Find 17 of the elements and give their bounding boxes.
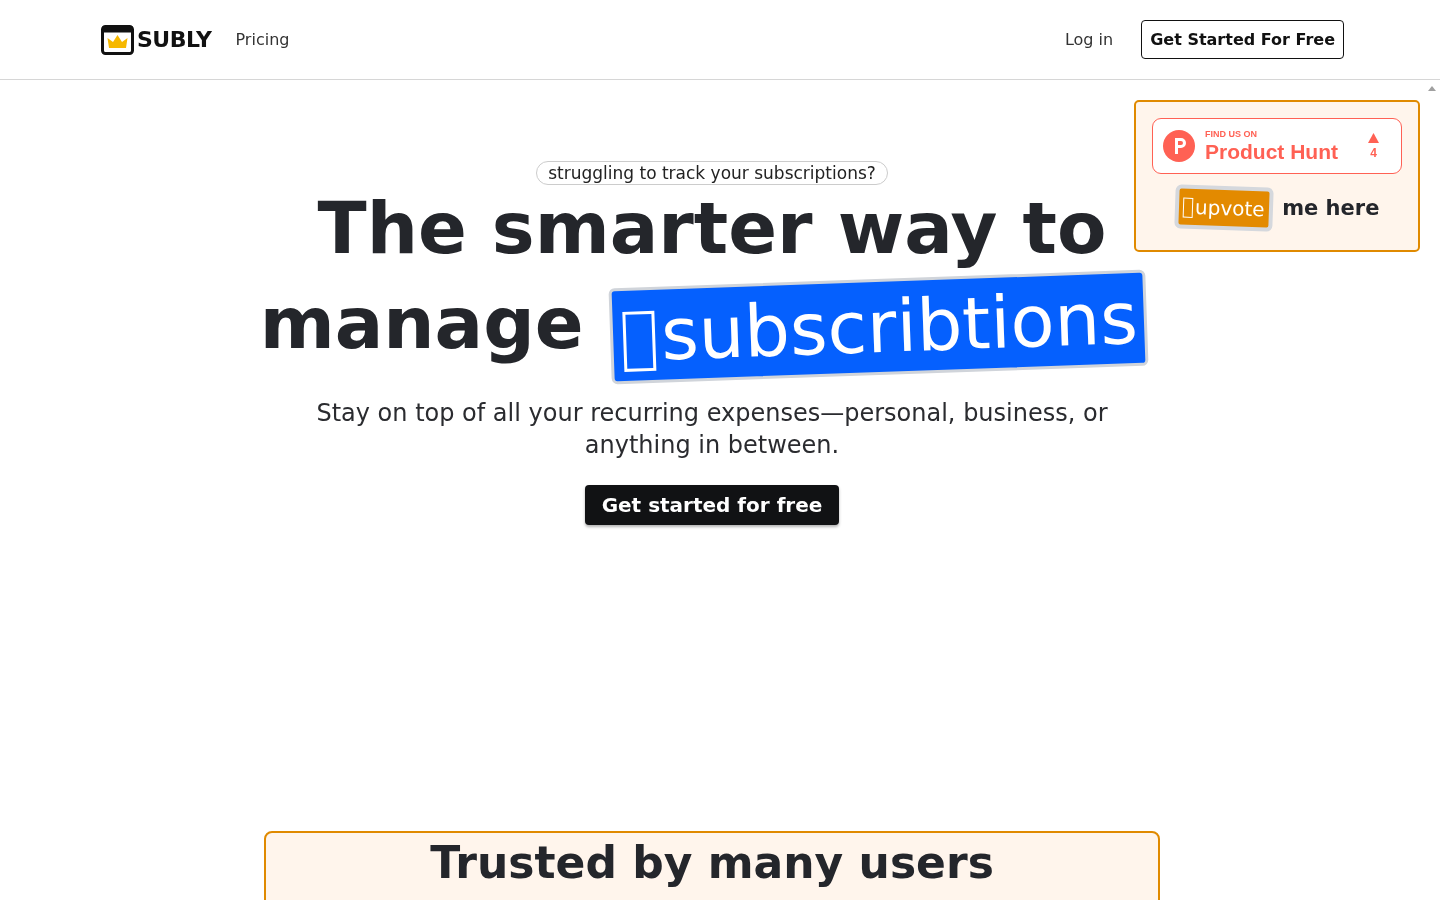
nav-link[interactable]: Pricing [235,30,290,49]
subtitle-text: Stay on top of all your recurring expenses—personal, business, or anything in between. [315,398,1109,461]
upvote-triangle-icon [1368,132,1379,143]
logo-link[interactable]: SUBLY [101,24,212,55]
p-logo-icon [1163,130,1195,162]
section-title: Trusted by many users [429,839,995,887]
get-started-button[interactable]: Get Started For Free [1141,20,1344,59]
missing-glyph-icon [621,310,656,372]
highlight-badge: subscribtions [608,269,1148,385]
headline-text: The smarter way to [317,185,1107,271]
caption-text: me here [1282,196,1380,220]
scroll-up-arrow-icon[interactable] [1428,86,1436,91]
get-started-button[interactable]: Get started for free [584,485,840,525]
crown-window-icon [101,24,134,55]
headline-text: manage [259,280,584,366]
login-link[interactable]: Log in [1064,30,1114,49]
upvote-badge: upvote [1173,184,1273,232]
